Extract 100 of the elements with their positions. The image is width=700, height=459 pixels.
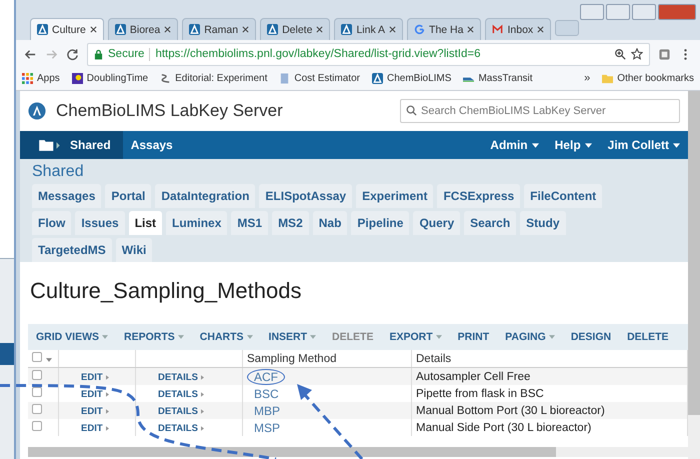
browser-tab[interactable]: Biorea <box>108 18 178 40</box>
close-icon[interactable] <box>316 26 324 33</box>
folder-tab[interactable]: FCSExpress <box>437 184 520 208</box>
chevron-icon <box>200 374 204 380</box>
bookmark-label: MassTransit <box>478 72 533 84</box>
folder-menu-button[interactable]: Shared <box>20 131 123 159</box>
browser-tab[interactable]: Raman <box>182 18 256 40</box>
tab-title: Raman <box>204 24 238 36</box>
details-link[interactable]: DETAILS <box>158 388 204 400</box>
close-window-button[interactable] <box>658 4 696 20</box>
folder-tab[interactable]: Issues <box>75 211 125 235</box>
bookmark-label: DoublingTime <box>86 72 148 84</box>
nav-menu[interactable]: Admin <box>482 138 547 152</box>
extension-icon[interactable] <box>658 48 671 60</box>
close-icon[interactable] <box>537 26 544 33</box>
method-link[interactable]: BSC <box>247 386 286 402</box>
toolbar-button[interactable]: REPORTS <box>124 331 184 343</box>
toolbar-button[interactable]: DESIGN <box>570 331 612 343</box>
folder-tab[interactable]: DataIntegration <box>155 184 256 208</box>
zoom-icon[interactable] <box>614 48 626 60</box>
tab-title: Inbox <box>507 24 534 36</box>
folder-tab[interactable]: List <box>128 211 162 235</box>
profile-button[interactable] <box>580 4 604 20</box>
folder-tab[interactable]: Experiment <box>356 184 434 208</box>
chevron-icon <box>106 426 109 430</box>
select-all-checkbox[interactable] <box>32 352 42 362</box>
search-field[interactable]: Search ChemBioLIMS LabKey Server <box>400 99 680 123</box>
nav-menu[interactable]: Help <box>546 138 600 152</box>
site-title: ChemBioLIMS LabKey Server <box>56 101 283 121</box>
toolbar-button[interactable]: GRID VIEWS <box>36 331 108 343</box>
star-icon[interactable] <box>631 48 643 60</box>
vertical-scrollbar[interactable] <box>688 91 700 459</box>
chevron-icon <box>200 426 204 430</box>
lock-icon <box>94 48 103 60</box>
row-checkbox[interactable] <box>32 421 42 431</box>
browser-tab[interactable]: Link A <box>334 18 404 40</box>
close-icon[interactable] <box>242 26 250 33</box>
tab-title: Delete <box>282 24 312 36</box>
close-icon[interactable] <box>467 26 474 33</box>
row-checkbox[interactable] <box>32 370 42 380</box>
folder-tab[interactable]: Pipeline <box>351 211 410 235</box>
toolbar-button[interactable]: CHARTS <box>200 331 253 343</box>
browser-tab[interactable]: The Ha <box>407 18 482 40</box>
folder-tab[interactable]: MS1 <box>231 211 268 235</box>
edit-link[interactable]: EDIT <box>81 388 109 400</box>
folder-tab[interactable]: FileContent <box>524 184 602 208</box>
row-checkbox[interactable] <box>32 387 42 397</box>
folder-tab[interactable]: Nab <box>312 211 348 235</box>
toolbar-button[interactable]: INSERT <box>268 331 316 343</box>
browser-tab[interactable]: Culture <box>30 18 104 40</box>
details-link[interactable]: DETAILS <box>158 422 204 434</box>
back-icon[interactable] <box>24 48 37 60</box>
more-bookmarks-button[interactable]: » <box>584 72 590 84</box>
bookmark[interactable]: ChemBioLIMS <box>372 72 452 84</box>
close-icon[interactable] <box>90 26 97 33</box>
folder-tab[interactable]: ELISpotAssay <box>259 184 352 208</box>
reload-icon[interactable] <box>66 48 79 60</box>
caret-icon[interactable] <box>46 358 52 362</box>
bookmark[interactable]: Apps <box>22 72 60 84</box>
minimize-button[interactable] <box>606 4 630 20</box>
folder-tab[interactable]: Study <box>520 211 566 235</box>
edit-link[interactable]: EDIT <box>81 422 109 434</box>
close-icon[interactable] <box>389 26 396 33</box>
maximize-button[interactable] <box>632 4 656 20</box>
secure-label: Secure <box>108 48 144 60</box>
chevron-icon <box>106 392 109 396</box>
browser-tab[interactable]: Delete <box>260 18 330 40</box>
folder-tab[interactable]: TargetedMS <box>32 238 112 262</box>
labkey-icon <box>189 24 200 35</box>
bookmark[interactable]: DoublingTime <box>72 72 148 84</box>
folder-tab[interactable]: Flow <box>32 211 72 235</box>
toolbar-button[interactable]: PRINT <box>458 331 490 343</box>
folder-tab[interactable]: Query <box>413 211 460 235</box>
folder-tab[interactable]: Messages <box>32 184 102 208</box>
method-link[interactable]: ACF <box>247 368 285 384</box>
address-field[interactable]: Secure https://chembiolims.pnl.gov/labkey/Shared/list-grid.view?listId=6 <box>87 42 650 66</box>
horizontal-scrollbar[interactable] <box>28 447 688 457</box>
folder-tab[interactable]: Search <box>464 211 516 235</box>
toolbar-button[interactable]: PAGING <box>505 331 555 343</box>
nav-link[interactable]: Assays <box>122 138 181 152</box>
bookmark[interactable]: MassTransit <box>463 72 533 84</box>
folder-tab[interactable]: Wiki <box>116 238 152 262</box>
browser-tab[interactable]: Inbox <box>485 18 552 40</box>
labkey-logo-icon <box>28 102 46 120</box>
folder-tab[interactable]: Portal <box>105 184 152 208</box>
row-checkbox[interactable] <box>32 404 42 414</box>
chevron-icon <box>106 374 109 380</box>
forward-icon[interactable] <box>45 48 58 60</box>
folder-tab[interactable]: MS2 <box>272 211 309 235</box>
method-link[interactable]: MSP <box>247 420 288 436</box>
bookmark-folder[interactable]: Other bookmarks <box>602 72 694 84</box>
nav-menu[interactable]: Jim Collett <box>600 138 688 152</box>
toolbar-button[interactable]: EXPORT <box>389 331 442 343</box>
square-icon <box>72 72 83 84</box>
toolbar-button[interactable]: DELETE <box>627 331 668 343</box>
folder-tab[interactable]: Luminex <box>166 211 228 235</box>
labkey-icon <box>37 24 48 35</box>
bookmark-label: Cost Estimator <box>294 72 360 84</box>
bookmark[interactable]: Cost Estimator <box>279 72 360 84</box>
close-icon[interactable] <box>164 26 172 33</box>
